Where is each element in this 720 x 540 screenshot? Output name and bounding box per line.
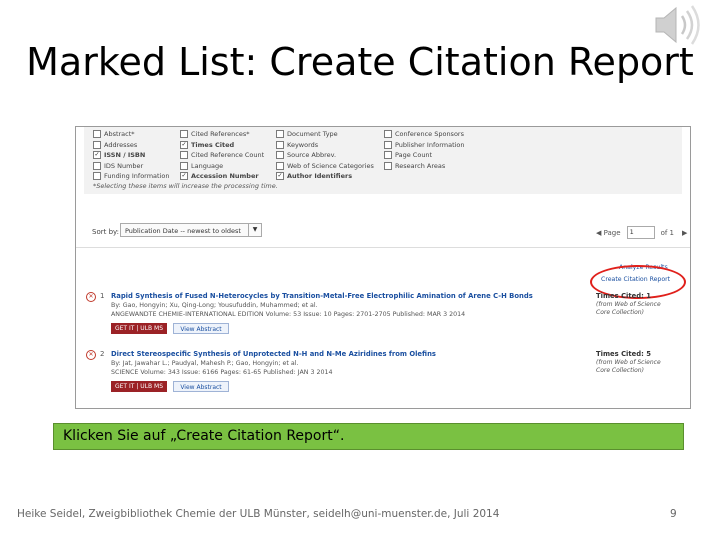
speaker-icon[interactable] xyxy=(652,2,702,48)
footer: Heike Seidel, Zweigbibliothek Chemie der… xyxy=(17,508,500,520)
field-option[interactable]: ✓ Author Identifiers xyxy=(276,171,374,182)
field-option[interactable]: Publisher Information xyxy=(384,140,465,151)
processing-note: *Selecting these items will increase the… xyxy=(93,182,278,190)
times-cited[interactable]: Times Cited: 1 xyxy=(596,292,651,300)
checkbox[interactable] xyxy=(180,130,188,139)
field-option[interactable]: Research Areas xyxy=(384,161,465,172)
sort-selected-value: Publication Date -- newest to oldest xyxy=(125,227,241,235)
field-option[interactable]: Page Count xyxy=(384,150,465,161)
checkbox[interactable] xyxy=(276,130,284,139)
checkbox[interactable] xyxy=(384,130,392,139)
record-title[interactable]: Direct Stereospecific Synthesis of Unpro… xyxy=(111,350,436,358)
getit-button[interactable]: GET IT | ULB MS xyxy=(111,381,167,392)
sort-bar: Sort by: Publication Date -- newest to o… xyxy=(76,217,690,248)
record-number: 2 xyxy=(100,350,105,358)
page-number: 9 xyxy=(670,508,677,520)
checkbox[interactable] xyxy=(384,140,392,149)
checkbox[interactable] xyxy=(93,130,101,139)
view-abstract-button[interactable]: View Abstract xyxy=(173,323,229,334)
checkbox[interactable] xyxy=(276,151,284,160)
getit-button[interactable]: GET IT | ULB MS xyxy=(111,323,167,334)
field-option[interactable]: Keywords xyxy=(276,140,374,151)
checkbox-checked[interactable]: ✓ xyxy=(180,172,188,181)
field-option[interactable]: Funding Information xyxy=(93,171,170,182)
field-option[interactable]: Language xyxy=(180,161,264,172)
field-column-2: Cited References* ✓ Times Cited Cited Ref… xyxy=(180,129,264,182)
field-option[interactable]: IDS Number xyxy=(93,161,170,172)
checkbox[interactable] xyxy=(93,140,101,149)
times-cited[interactable]: Times Cited: 5 xyxy=(596,350,651,358)
field-option[interactable]: Source Abbrev. xyxy=(276,150,374,161)
instruction-callout: Klicken Sie auf „Create Citation Report“… xyxy=(53,423,684,450)
field-option[interactable]: Web of Science Categories xyxy=(276,161,374,172)
checkbox[interactable] xyxy=(180,151,188,160)
record-number: 1 xyxy=(100,292,105,300)
field-option[interactable]: Document Type xyxy=(276,129,374,140)
page-total: of 1 xyxy=(660,228,674,237)
record-authors: By: Jat, Jawahar L.; Paudyal, Mahesh P.;… xyxy=(111,360,299,367)
record-source: ANGEWANDTE CHEMIE-INTERNATIONAL EDITION … xyxy=(111,311,466,318)
checkbox[interactable] xyxy=(384,151,392,160)
chevron-down-icon: ▼ xyxy=(248,224,261,236)
checkbox[interactable] xyxy=(276,140,284,149)
embedded-screenshot: Abstract* Addresses ✓ ISSN / ISBN IDS Num… xyxy=(75,126,691,409)
times-cited-note: (from Web of Science Core Collection) xyxy=(596,359,661,374)
field-option[interactable]: Cited Reference Count xyxy=(180,150,264,161)
checkbox-checked[interactable]: ✓ xyxy=(93,151,101,160)
next-page-button[interactable]: ▶ xyxy=(682,229,687,237)
record-title[interactable]: Rapid Synthesis of Fused N-Heterocycles … xyxy=(111,292,533,300)
checkbox-checked[interactable]: ✓ xyxy=(276,172,284,181)
slide-title: Marked List: Create Citation Report xyxy=(26,40,694,84)
checkbox[interactable] xyxy=(384,161,392,170)
sort-select[interactable]: Publication Date -- newest to oldest ▼ xyxy=(120,223,262,237)
field-option[interactable]: Abstract* xyxy=(93,129,170,140)
field-column-1: Abstract* Addresses ✓ ISSN / ISBN IDS Num… xyxy=(93,129,170,182)
checkbox[interactable] xyxy=(276,161,284,170)
pagination: ◀ Page 1 of 1 ▶ xyxy=(596,226,687,239)
field-option[interactable]: ✓ ISSN / ISBN xyxy=(93,150,170,161)
field-column-4: Conference Sponsors Publisher Informatio… xyxy=(384,129,465,171)
field-option[interactable]: ✓ Times Cited xyxy=(180,140,264,151)
times-cited-note: (from Web of Science Core Collection) xyxy=(596,301,661,316)
prev-page-button[interactable]: ◀ Page xyxy=(596,229,621,237)
checkbox[interactable] xyxy=(93,172,101,181)
field-option[interactable]: Cited References* xyxy=(180,129,264,140)
field-column-3: Document Type Keywords Source Abbrev. We… xyxy=(276,129,374,182)
sort-label: Sort by: xyxy=(92,228,120,236)
checkbox[interactable] xyxy=(93,161,101,170)
checkbox[interactable] xyxy=(180,161,188,170)
remove-icon[interactable]: ✕ xyxy=(86,350,96,360)
field-selection-panel: Abstract* Addresses ✓ ISSN / ISBN IDS Num… xyxy=(84,127,682,194)
field-option[interactable]: ✓ Accession Number xyxy=(180,171,264,182)
page-input[interactable]: 1 xyxy=(626,226,655,239)
field-option[interactable]: Addresses xyxy=(93,140,170,151)
view-abstract-button[interactable]: View Abstract xyxy=(173,381,229,392)
record-source: SCIENCE Volume: 343 Issue: 6166 Pages: 6… xyxy=(111,369,333,376)
checkbox-checked[interactable]: ✓ xyxy=(180,140,188,149)
record-authors: By: Gao, Hongyin; Xu, Qing-Long; Yousufu… xyxy=(111,302,318,309)
field-option[interactable]: Conference Sponsors xyxy=(384,129,465,140)
remove-icon[interactable]: ✕ xyxy=(86,292,96,302)
